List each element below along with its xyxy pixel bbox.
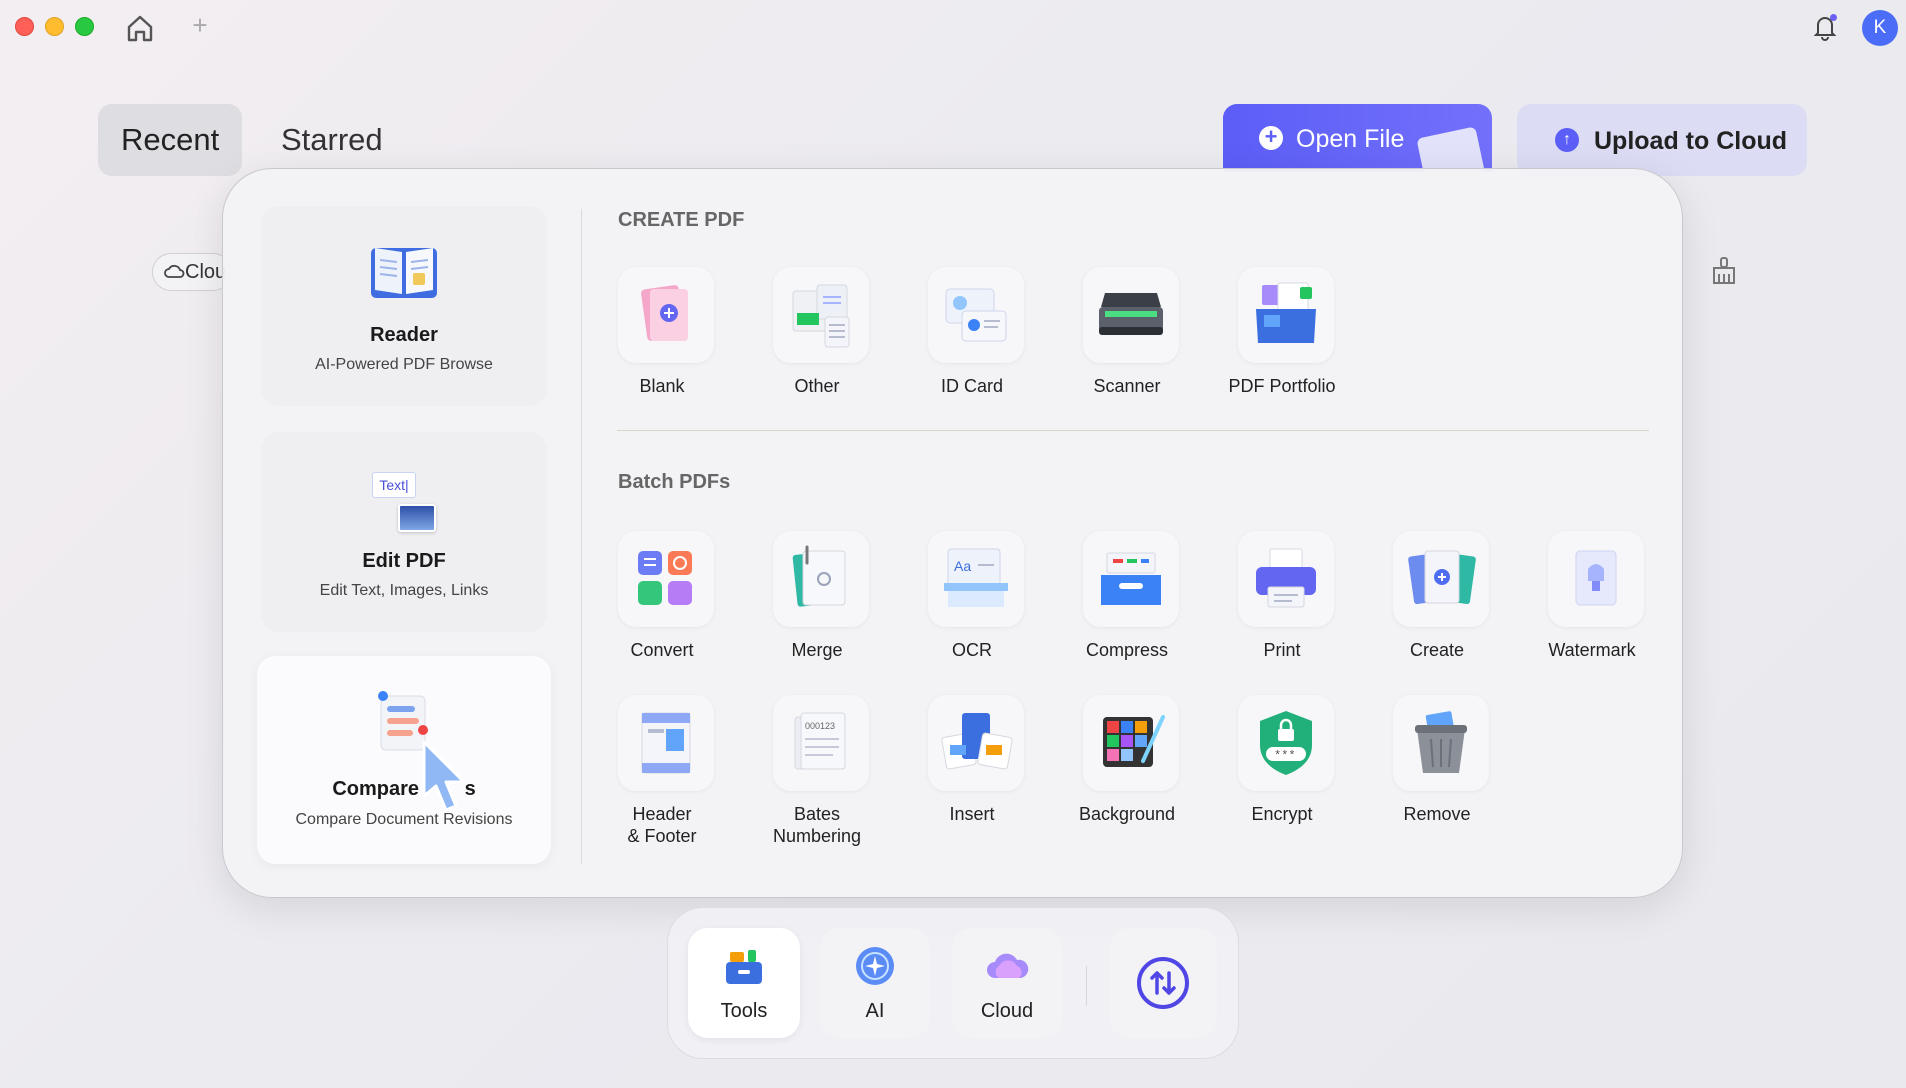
remove-icon	[1393, 695, 1489, 791]
tool-other-label: Other	[794, 376, 840, 396]
header-footer-icon	[618, 695, 714, 791]
broom-icon	[1713, 257, 1735, 284]
dock-cloud-button[interactable]: Cloud	[952, 928, 1062, 1038]
upload-to-cloud-button[interactable]: ↑ Upload to Cloud	[1517, 104, 1807, 176]
minimize-window-button[interactable]	[45, 17, 64, 36]
reader-card[interactable]: Reader AI-Powered PDF Browse	[261, 206, 547, 406]
tab-starred[interactable]: Starred	[258, 104, 406, 176]
tool-merge-label: Merge	[791, 640, 843, 660]
edit-pdf-title: Edit PDF	[362, 550, 446, 572]
tool-compress-label: Compress	[1085, 640, 1169, 660]
reader-title: Reader	[370, 324, 438, 346]
avatar[interactable]: K	[1862, 10, 1898, 46]
compare-files-subtitle: Compare Document Revisions	[295, 811, 513, 828]
plus-circle-icon: +	[1259, 126, 1283, 150]
dock-sync-button[interactable]	[1109, 928, 1217, 1038]
compare-files-title: Compare s	[332, 778, 476, 800]
close-window-button[interactable]	[15, 17, 34, 36]
clear-list-button[interactable]	[1710, 256, 1738, 286]
dock-ai-label: AI	[865, 1000, 885, 1022]
create-icon	[1393, 531, 1489, 627]
bottom-dock: Tools AI Cloud	[667, 907, 1239, 1059]
tool-pdf-portfolio-label: PDF Portfolio	[1228, 376, 1336, 396]
tool-scanner-label: Scanner	[1093, 376, 1161, 396]
batch-pdfs-section-title: Batch PDFs	[618, 471, 731, 493]
tool-watermark-label: Watermark	[1548, 640, 1636, 660]
open-file-label: Open File	[1296, 125, 1405, 153]
bates-icon-text: 000123	[805, 721, 835, 731]
upload-arrow-icon: ↑	[1555, 128, 1579, 152]
tab-recent[interactable]: Recent	[98, 104, 243, 176]
home-button[interactable]	[124, 12, 156, 44]
encrypt-icon-text: ***	[1274, 749, 1296, 763]
tool-create-label: Create	[1409, 640, 1465, 660]
edit-pdf-subtitle: Edit Text, Images, Links	[319, 582, 489, 599]
watermark-icon	[1548, 531, 1644, 627]
blank-page-icon	[618, 267, 714, 363]
book-icon	[371, 248, 437, 298]
cloud-icon	[164, 264, 185, 278]
compress-icon	[1083, 531, 1179, 627]
tool-encrypt-label: Encrypt	[1251, 804, 1313, 824]
ocr-icon-text: Aa	[954, 558, 971, 574]
open-file-button[interactable]: + Open File	[1223, 104, 1492, 172]
ai-icon	[856, 947, 894, 985]
dock-cloud-label: Cloud	[980, 1000, 1034, 1022]
ocr-icon: Aa	[928, 531, 1024, 627]
home-icon	[127, 15, 153, 42]
notifications-button[interactable]	[1810, 12, 1840, 42]
scanner-icon	[1083, 267, 1179, 363]
tool-bates-numbering-label: Bates Numbering	[772, 804, 862, 846]
bates-numbering-icon: 000123	[773, 695, 869, 791]
toolbox-icon	[726, 950, 762, 984]
cloud-filter-label: Clou	[185, 261, 227, 283]
tool-background-label: Background	[1078, 804, 1176, 824]
sync-arrows-icon	[1137, 957, 1189, 1009]
tool-print-label: Print	[1263, 640, 1301, 660]
background-icon	[1083, 695, 1179, 791]
upload-label: Upload to Cloud	[1594, 127, 1788, 155]
compare-files-card[interactable]: Compare s Compare Document Revisions	[257, 656, 551, 864]
tool-insert-label: Insert	[949, 804, 995, 824]
encrypt-icon: ***	[1238, 695, 1334, 791]
zoom-window-button[interactable]	[75, 17, 94, 36]
tool-blank-label: Blank	[639, 376, 685, 396]
edit-pdf-icon: Text|	[372, 472, 436, 532]
id-card-icon	[928, 267, 1024, 363]
dock-separator	[1086, 966, 1087, 1006]
edit-pdf-card[interactable]: Text| Edit PDF Edit Text, Images, Links	[261, 432, 547, 632]
portfolio-icon	[1238, 267, 1334, 363]
print-icon	[1238, 531, 1334, 627]
new-tab-button[interactable]: +	[188, 12, 212, 38]
dock-tools-label: Tools	[720, 1000, 768, 1022]
insert-icon	[928, 695, 1024, 791]
section-divider	[617, 430, 1649, 431]
cloud-filter-chip[interactable]: Clou	[152, 253, 232, 291]
documents-icon	[1416, 126, 1488, 172]
cloud-icon	[987, 953, 1029, 978]
dock-tools-button[interactable]: Tools	[688, 928, 800, 1038]
tool-header-footer-label: Header & Footer	[627, 804, 697, 846]
notification-dot	[1830, 14, 1837, 21]
other-formats-icon	[773, 267, 869, 363]
title-bar: + K	[0, 0, 1906, 56]
tool-ocr-label: OCR	[952, 640, 992, 660]
convert-icon	[618, 531, 714, 627]
reader-subtitle: AI-Powered PDF Browse	[315, 356, 493, 373]
edit-pdf-icon-text: Text|	[372, 472, 416, 498]
dock-ai-button[interactable]: AI	[820, 928, 930, 1038]
tool-convert-label: Convert	[630, 640, 694, 660]
create-pdf-section-title: CREATE PDF	[618, 209, 745, 231]
mouse-cursor-icon	[422, 740, 466, 812]
merge-icon	[773, 531, 869, 627]
tool-id-card-label: ID Card	[940, 376, 1003, 396]
panel-vertical-divider	[581, 209, 582, 864]
tool-remove-label: Remove	[1403, 804, 1471, 824]
